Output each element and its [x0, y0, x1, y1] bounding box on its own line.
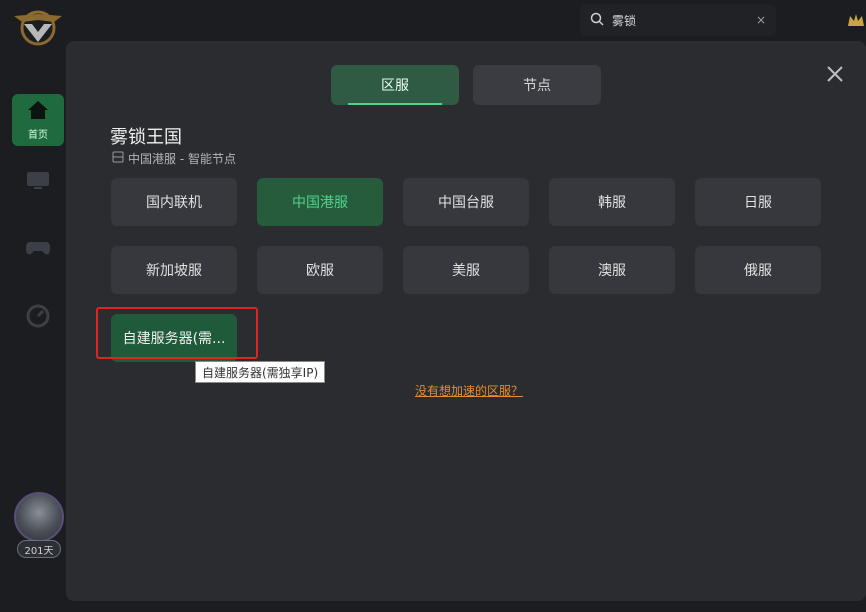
- region-select-modal: 区服 节点 雾锁王国 中国港服 - 智能节点 国内联机 中国港服 中国台服 韩服…: [66, 41, 866, 601]
- region-button-jp[interactable]: 日服: [695, 178, 821, 226]
- region-button-au[interactable]: 澳服: [549, 246, 675, 294]
- tab-node[interactable]: 节点: [473, 65, 601, 105]
- custom-server-tooltip: 自建服务器(需独享IP): [195, 361, 326, 383]
- search-input[interactable]: 雾锁 ×: [580, 4, 776, 36]
- tab-region[interactable]: 区服: [331, 65, 459, 105]
- sidebar: 首页 201天: [0, 0, 76, 612]
- home-icon: [27, 100, 49, 124]
- sidebar-item-tv[interactable]: [12, 156, 64, 208]
- region-button-hk[interactable]: 中国港服: [257, 178, 383, 226]
- tv-icon: [26, 170, 50, 194]
- sidebar-item-home[interactable]: 首页: [12, 94, 64, 146]
- gamepad-icon: [25, 239, 51, 261]
- missing-region-link[interactable]: 没有想加速的区服？: [415, 382, 523, 399]
- app-logo-icon[interactable]: [10, 4, 66, 48]
- game-title: 雾锁王国: [110, 127, 182, 148]
- close-icon[interactable]: [824, 63, 846, 85]
- search-query-text: 雾锁: [612, 13, 637, 28]
- region-button-domestic[interactable]: 国内联机: [111, 178, 237, 226]
- region-button-tw[interactable]: 中国台服: [403, 178, 529, 226]
- avatar[interactable]: [14, 492, 64, 542]
- current-region-subtitle: 中国港服 - 智能节点: [112, 150, 236, 167]
- search-icon: [590, 11, 604, 30]
- region-button-us[interactable]: 美服: [403, 246, 529, 294]
- speedometer-icon: [26, 304, 50, 332]
- sidebar-item-games[interactable]: [12, 224, 64, 276]
- region-button-sg[interactable]: 新加坡服: [111, 246, 237, 294]
- region-button-eu[interactable]: 欧服: [257, 246, 383, 294]
- region-button-ru[interactable]: 俄服: [695, 246, 821, 294]
- sidebar-item-speed[interactable]: [12, 292, 64, 344]
- sidebar-item-label: 首页: [28, 129, 48, 141]
- crown-icon[interactable]: [846, 10, 866, 30]
- clear-search-icon[interactable]: ×: [756, 13, 766, 27]
- subtitle-text: 中国港服 - 智能节点: [128, 152, 236, 166]
- region-button-custom-server[interactable]: 自建服务器(需...: [111, 314, 237, 362]
- server-icon: [112, 151, 124, 166]
- region-button-kr[interactable]: 韩服: [549, 178, 675, 226]
- membership-days-badge: 201天: [17, 540, 61, 558]
